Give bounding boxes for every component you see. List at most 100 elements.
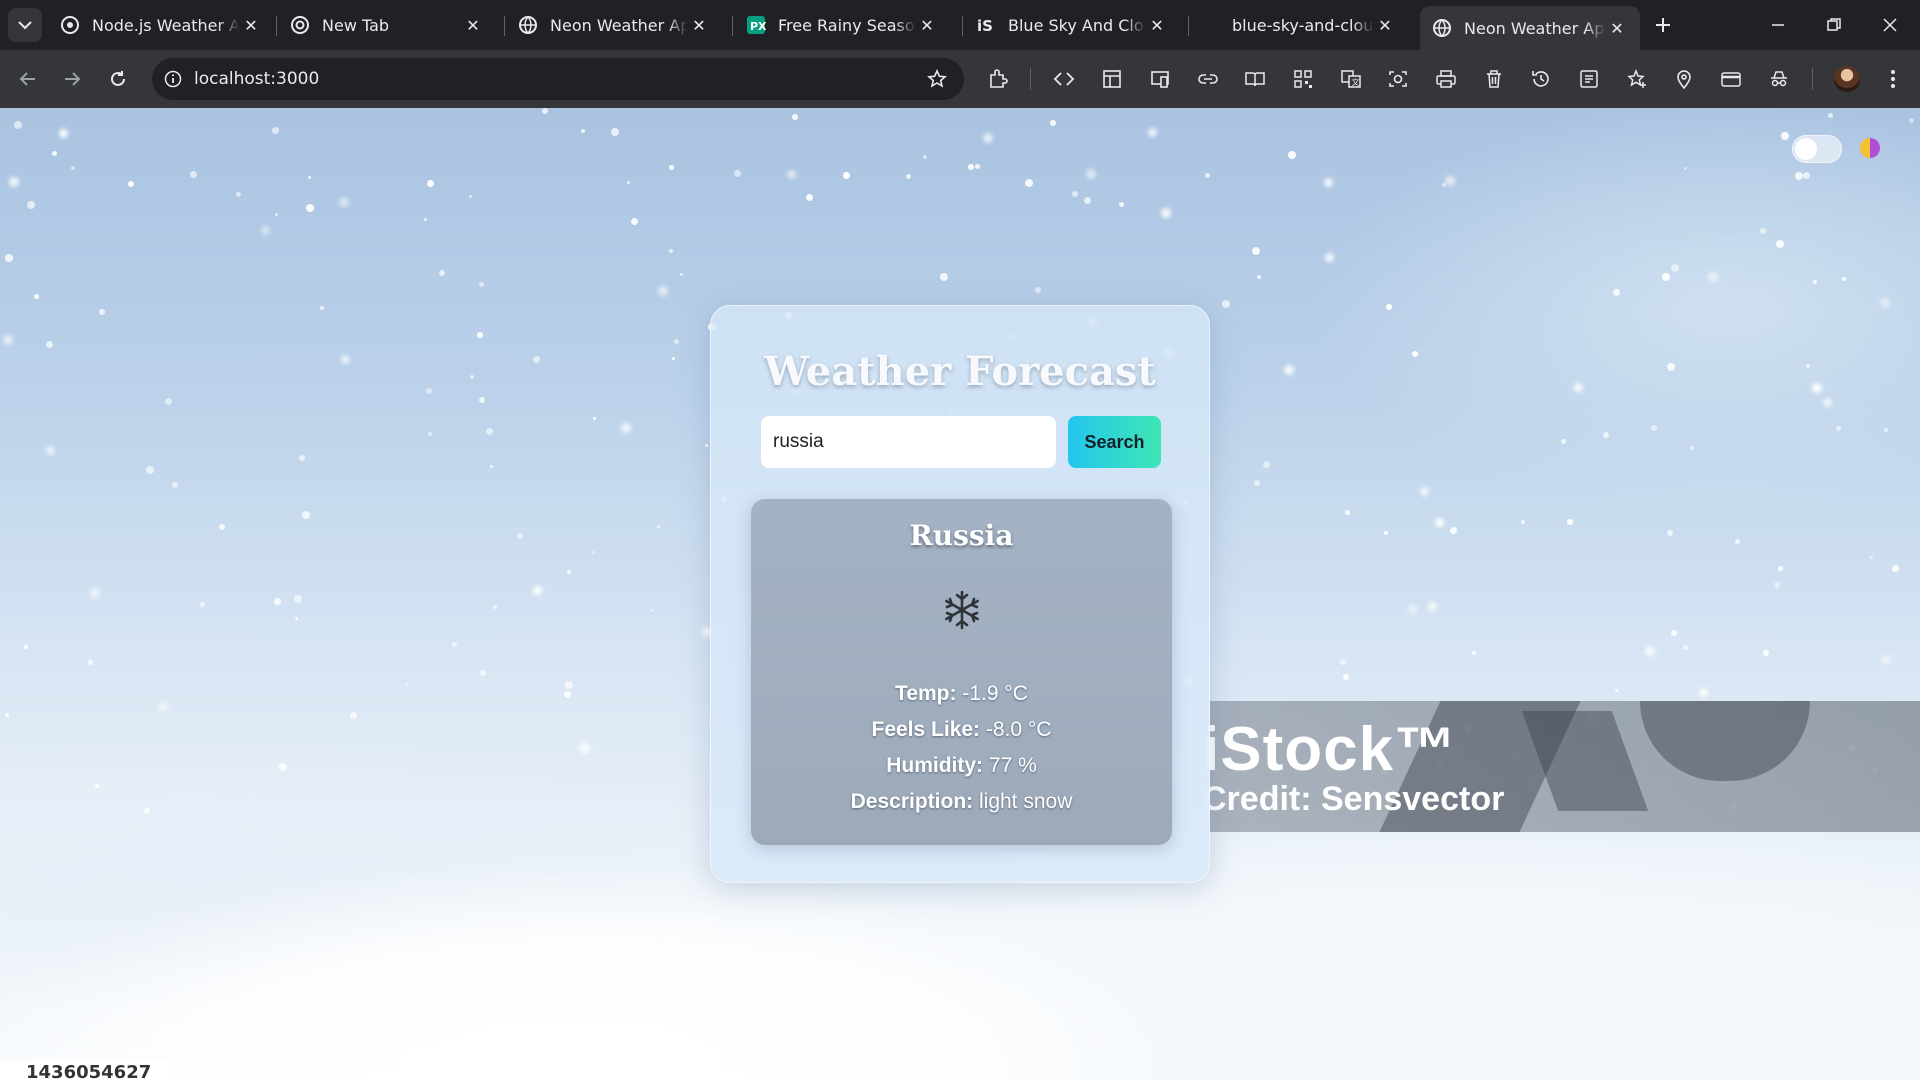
snowflake-particle xyxy=(657,525,660,528)
tab-neon-weather-app[interactable]: Neon Weather App ✕ xyxy=(506,6,722,44)
responsive-icon[interactable] xyxy=(1145,64,1175,94)
snowflake-particle xyxy=(1035,287,1041,293)
snowflake-particle xyxy=(477,332,483,338)
tab-neon-weather-app-active[interactable]: Neon Weather App ✕ xyxy=(1420,6,1640,50)
snowflake-particle xyxy=(479,397,485,403)
snowflake-particle xyxy=(1812,383,1822,393)
snowflake-icon xyxy=(945,590,979,630)
snowflake-particle xyxy=(1345,510,1350,515)
snowflake-particle xyxy=(1776,240,1784,248)
city-name: Russia xyxy=(909,519,1014,552)
tab-search-button[interactable] xyxy=(8,8,42,42)
close-icon[interactable]: ✕ xyxy=(1606,17,1628,39)
snowflake-particle xyxy=(1836,426,1841,431)
snowflake-particle xyxy=(1148,128,1157,137)
address-bar[interactable]: localhost:3000 xyxy=(152,58,964,100)
snowflake-particle xyxy=(1386,304,1392,310)
snowflake-particle xyxy=(1615,689,1618,692)
snowflake-particle xyxy=(1774,582,1780,588)
code-icon[interactable] xyxy=(1049,64,1079,94)
extensions-icon[interactable] xyxy=(983,64,1013,94)
snowflake-particle xyxy=(1735,539,1740,544)
snowflake-particle xyxy=(1699,688,1708,697)
forward-button[interactable] xyxy=(56,63,88,95)
tab-blue-sky-clouds[interactable]: iS Blue Sky And Clouds ✕ xyxy=(964,6,1180,44)
toggle-knob xyxy=(1795,138,1817,160)
layout-icon[interactable] xyxy=(1097,64,1127,94)
snowflake-particle xyxy=(1803,172,1810,179)
snowflake-particle xyxy=(1205,173,1210,178)
close-icon[interactable]: ✕ xyxy=(1374,14,1396,36)
reload-button[interactable] xyxy=(102,63,134,95)
snowflake-particle xyxy=(294,595,302,603)
snowflake-particle xyxy=(631,218,638,225)
new-tab-button[interactable] xyxy=(1648,10,1678,40)
close-icon[interactable]: ✕ xyxy=(1146,14,1168,36)
profile-avatar[interactable] xyxy=(1834,66,1860,92)
snowflake-particle xyxy=(34,294,39,299)
snowflake-particle xyxy=(1420,487,1429,496)
snowflake-particle xyxy=(14,121,22,129)
snowflake-particle xyxy=(592,551,595,554)
trash-icon[interactable] xyxy=(1479,64,1509,94)
snowflake-particle xyxy=(1667,530,1673,536)
snowflake-particle xyxy=(9,177,19,187)
snowflake-particle xyxy=(1708,272,1718,282)
minimize-button[interactable] xyxy=(1750,0,1806,50)
snowflake-particle xyxy=(517,533,523,539)
snowflake-particle xyxy=(1603,432,1609,438)
snowflake-particle xyxy=(906,174,911,179)
image-id-tag: 1436054627 xyxy=(0,1060,172,1080)
reading-mode-icon[interactable] xyxy=(1240,64,1270,94)
bookmark-star-icon[interactable] xyxy=(924,66,950,92)
city-search-input[interactable] xyxy=(761,416,1056,468)
snowflake-particle xyxy=(1684,167,1687,170)
tab-new-tab[interactable]: New Tab ✕ xyxy=(278,6,496,44)
tab-node-weather-api[interactable]: Node.js Weather API ✕ xyxy=(48,6,274,44)
snowflake-particle xyxy=(426,388,432,394)
snowflake-particle xyxy=(1882,655,1891,664)
feels-like-label: Feels Like: xyxy=(871,718,981,741)
close-icon[interactable]: ✕ xyxy=(688,14,710,36)
snowflake-particle xyxy=(405,683,408,686)
favorites-icon[interactable] xyxy=(1622,64,1652,94)
url-text[interactable]: localhost:3000 xyxy=(194,69,924,89)
screenshot-icon[interactable] xyxy=(1383,64,1413,94)
snowflake-particle xyxy=(580,743,590,753)
history-icon[interactable] xyxy=(1526,64,1556,94)
location-icon[interactable] xyxy=(1669,64,1699,94)
tab-free-rainy-season[interactable]: PX Free Rainy Season Ve ✕ xyxy=(734,6,950,44)
snowflake-particle xyxy=(1119,202,1124,207)
search-button[interactable]: Search xyxy=(1068,416,1161,468)
snowflake-particle xyxy=(272,127,279,134)
qr-code-icon[interactable] xyxy=(1288,64,1318,94)
restore-button[interactable] xyxy=(1806,0,1862,50)
theme-toggle[interactable] xyxy=(1792,135,1842,163)
close-icon[interactable]: ✕ xyxy=(916,14,938,36)
openai-icon xyxy=(60,15,80,35)
snowflake-particle xyxy=(1324,178,1333,187)
incognito-icon[interactable] xyxy=(1764,64,1794,94)
snowflake-particle xyxy=(1086,169,1096,179)
print-icon[interactable] xyxy=(1431,64,1461,94)
snowflake-particle xyxy=(1435,518,1444,527)
site-info-icon[interactable] xyxy=(162,68,184,90)
kebab-menu-icon[interactable] xyxy=(1878,64,1908,94)
tab-blue-sky-and-clouds-image[interactable]: blue-sky-and-clouds ✕ xyxy=(1220,6,1408,44)
close-icon[interactable]: ✕ xyxy=(240,14,262,36)
reading-list-icon[interactable] xyxy=(1574,64,1604,94)
close-icon[interactable]: ✕ xyxy=(462,14,484,36)
description-line: Description: light snow xyxy=(751,790,1172,814)
link-icon[interactable] xyxy=(1193,64,1223,94)
translate-icon[interactable]: 文 xyxy=(1336,64,1366,94)
snowflake-particle xyxy=(308,176,311,179)
tab-title: Neon Weather App xyxy=(1464,18,1606,38)
payment-card-icon[interactable] xyxy=(1716,64,1746,94)
snowflake-particle xyxy=(787,170,796,179)
snowflake-particle xyxy=(658,286,668,296)
snowflake-particle xyxy=(236,192,241,197)
snowflake-particle xyxy=(306,204,314,212)
snowflake-particle xyxy=(593,417,596,420)
close-window-button[interactable] xyxy=(1862,0,1918,50)
back-button[interactable] xyxy=(12,63,44,95)
